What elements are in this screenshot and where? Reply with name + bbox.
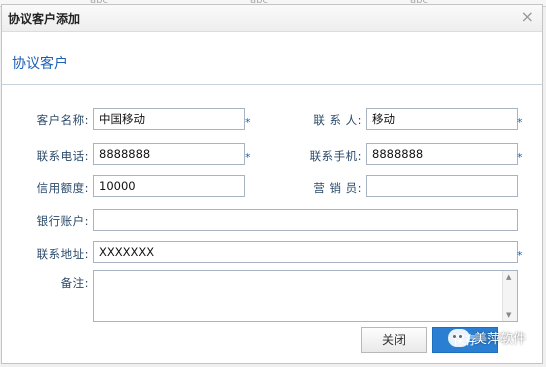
address-label: 联系地址:	[36, 247, 89, 261]
required-marker: *	[517, 249, 523, 262]
remark-label: 备注:	[60, 276, 89, 290]
required-marker: *	[517, 151, 523, 164]
dialog-title: 协议客户添加	[8, 12, 81, 26]
close-icon[interactable]: ×	[521, 8, 534, 26]
watermark-text: 美萍软件	[474, 332, 527, 347]
salesperson-input[interactable]	[366, 175, 518, 197]
contact-mobile-label: 联系手机:	[309, 149, 362, 163]
address-input[interactable]: XXXXXXX	[93, 241, 518, 263]
remark-scrollbar[interactable]: ▲ ▼	[502, 271, 517, 321]
credit-limit-input[interactable]: 10000	[93, 175, 245, 197]
contact-mobile-input[interactable]: 8888888	[366, 143, 518, 165]
bank-account-label: 银行账户:	[36, 214, 89, 228]
close-button[interactable]: 关闭	[361, 327, 427, 353]
contact-person-input[interactable]: 移动	[366, 108, 518, 130]
remark-textarea[interactable]: ▲ ▼	[93, 270, 518, 322]
wechat-icon	[448, 328, 470, 347]
customer-name-input[interactable]: 中国移动	[93, 108, 245, 130]
salesperson-label: 营 销 员:	[313, 181, 362, 195]
contact-person-label: 联 系 人:	[313, 113, 362, 127]
required-marker: *	[245, 151, 251, 164]
bank-account-input[interactable]	[93, 209, 518, 231]
contact-phone-input[interactable]: 8888888	[93, 143, 245, 165]
watermark: 美萍软件	[448, 328, 526, 347]
scroll-down-icon[interactable]: ▼	[506, 311, 511, 319]
add-customer-dialog: 协议客户添加 × 协议客户 客户名称: 中国移动 * 联 系 人: 移动 * 联…	[1, 4, 543, 364]
section-divider	[2, 84, 542, 85]
credit-limit-label: 信用额度:	[36, 181, 89, 195]
dialog-titlebar: 协议客户添加 ×	[2, 5, 542, 32]
customer-name-label: 客户名称:	[36, 113, 89, 127]
section-title: 协议客户	[12, 56, 68, 72]
scroll-up-icon[interactable]: ▲	[506, 273, 511, 281]
required-marker: *	[245, 116, 251, 129]
contact-phone-label: 联系电话:	[36, 149, 89, 163]
required-marker: *	[517, 116, 523, 129]
